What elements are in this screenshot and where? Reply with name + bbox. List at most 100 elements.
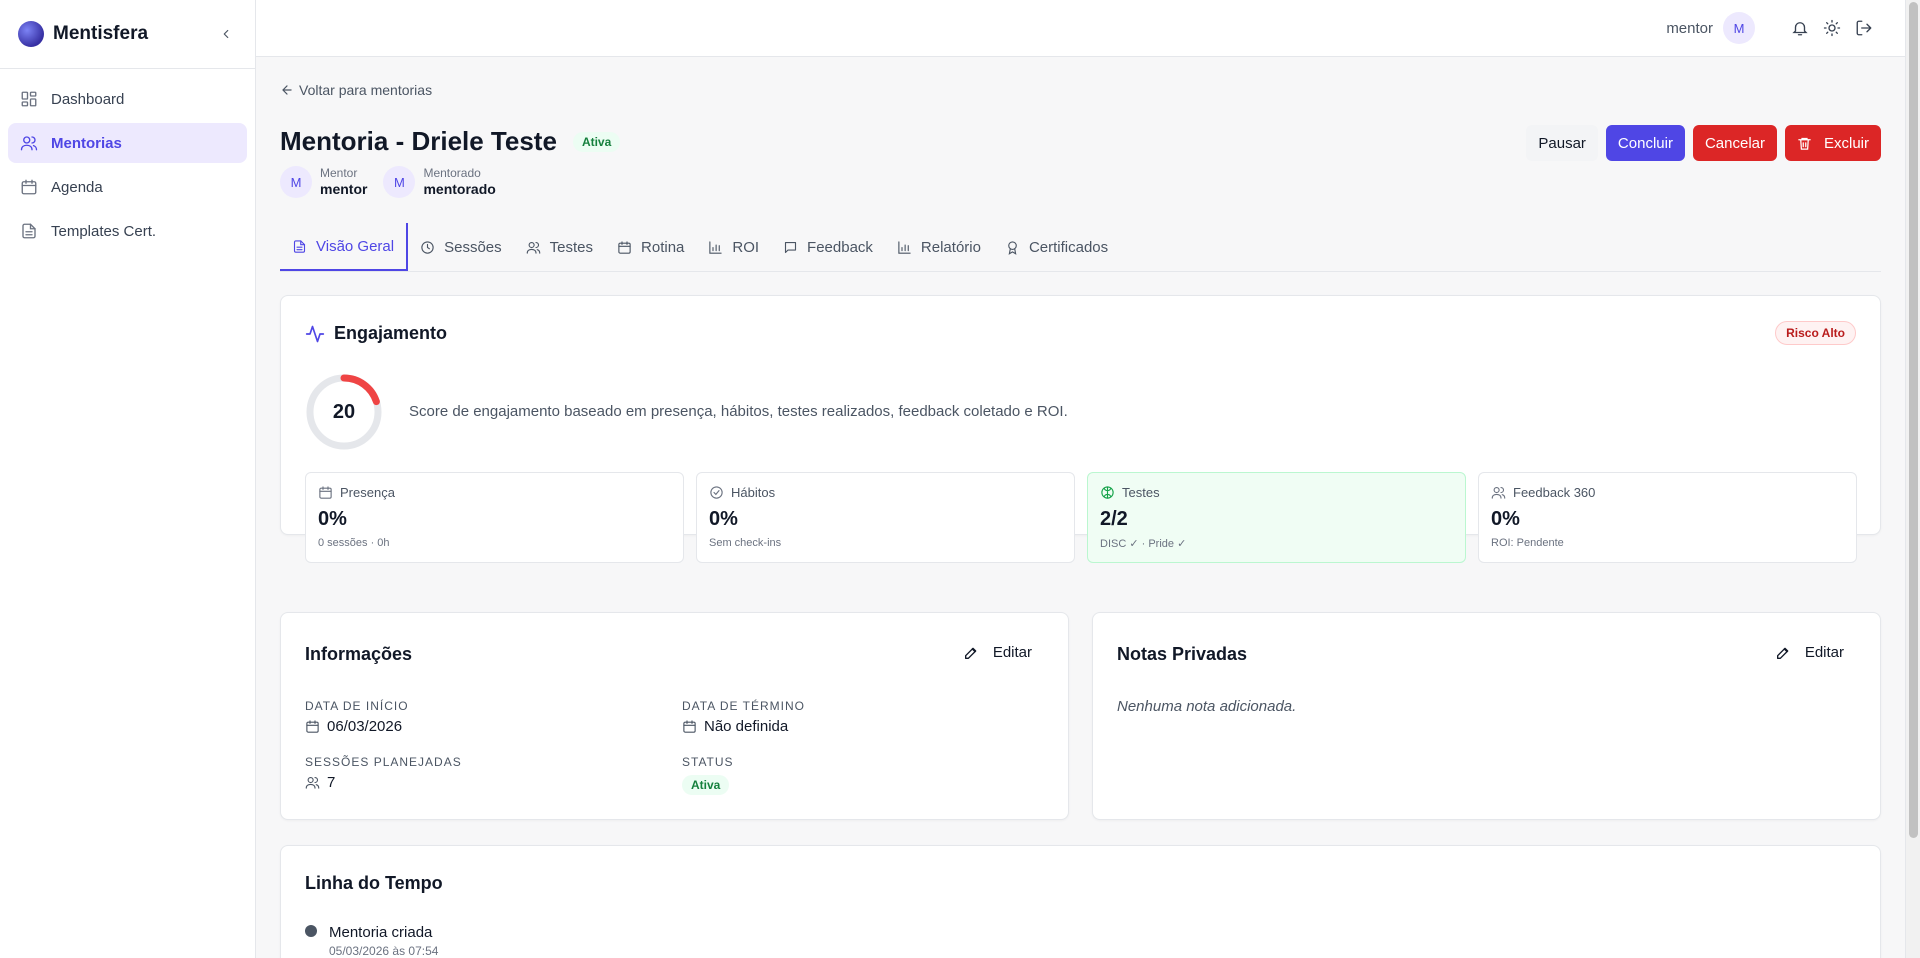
title-row: Mentoria - Driele Teste Ativa [280, 126, 621, 157]
mentorado-name: mentorado [423, 181, 496, 197]
metric-head: Testes [1100, 485, 1453, 500]
tab-sessoes[interactable]: Sessões [408, 223, 514, 271]
end-date-text: Não definida [704, 718, 789, 735]
tab-label: ROI [732, 238, 760, 256]
finish-button[interactable]: Concluir [1605, 125, 1685, 161]
mentor-role: Mentor [320, 166, 358, 180]
pencil-icon [964, 647, 977, 659]
clock-icon [421, 240, 434, 254]
sidebar-item-templates[interactable]: Templates Cert. [8, 211, 247, 251]
metric-sub: DISC ✓ · Pride ✓ [1100, 538, 1187, 550]
activity-icon [305, 325, 325, 342]
scrollbar[interactable] [1905, 0, 1920, 958]
metric-value: 0% [709, 508, 738, 530]
metric-presenca: Presença 0% 0 sessões · 0h [305, 472, 684, 563]
tab-visao-geral[interactable]: Visão Geral [280, 223, 409, 271]
edit-notes-button[interactable]: Editar [1775, 644, 1844, 661]
mentor-name: mentor [320, 181, 368, 197]
participants: M Mentor mentor M Mentorado mentorado [280, 166, 512, 198]
delete-button[interactable]: Excluir [1784, 125, 1881, 161]
cancel-button[interactable]: Cancelar [1692, 125, 1777, 161]
end-date-value: Não definida [682, 718, 788, 735]
sidebar-item-dashboard[interactable]: Dashboard [8, 79, 247, 119]
tab-testes[interactable]: Testes [514, 223, 605, 271]
brand-header: Mentisfera [0, 0, 255, 69]
users-icon [305, 776, 320, 789]
award-icon [1008, 240, 1017, 255]
edit-label: Editar [1804, 644, 1844, 661]
file-icon [22, 223, 36, 239]
bar-chart-icon [898, 240, 911, 254]
scrollbar-thumb[interactable] [1909, 2, 1918, 838]
tab-label: Testes [549, 238, 594, 256]
users-icon [20, 136, 38, 151]
bell-icon[interactable] [1791, 19, 1809, 37]
start-date-label: DATA DE INÍCIO [305, 699, 409, 713]
tab-certificados[interactable]: Certificados [993, 223, 1120, 271]
mentorado-role: Mentorado [423, 166, 481, 180]
start-date-value: 06/03/2026 [305, 718, 402, 735]
timeline-dot [305, 925, 317, 937]
info-title: Informações [305, 644, 413, 664]
edit-info-button[interactable]: Editar [963, 644, 1032, 661]
tab-label: Sessões [444, 238, 502, 256]
calendar-icon [306, 720, 319, 733]
avatar[interactable]: M [1723, 12, 1755, 44]
mentor-info: M Mentor mentor [280, 166, 367, 198]
risk-badge: Risco Alto [1775, 321, 1856, 345]
sun-icon[interactable] [1823, 19, 1841, 37]
status-badge: Ativa [572, 131, 621, 152]
chevron-left-icon [223, 29, 229, 39]
timeline-event-title: Mentoria criada [329, 924, 433, 941]
tab-rotina[interactable]: Rotina [605, 223, 696, 271]
metric-value: 2/2 [1100, 508, 1128, 530]
bar-chart-icon [709, 240, 723, 254]
tab-label: Visão Geral [316, 237, 395, 255]
main-content: Voltar para mentorias Mentoria - Driele … [280, 57, 1881, 958]
collapse-sidebar-button[interactable] [215, 23, 237, 45]
end-date-label: DATA DE TÉRMINO [682, 699, 806, 713]
brand-logo[interactable] [18, 21, 44, 47]
check-circle-icon [710, 486, 723, 499]
metric-head: Feedback 360 [1491, 485, 1844, 500]
pause-button[interactable]: Pausar [1526, 125, 1598, 161]
calendar-icon [21, 179, 37, 195]
users-icon [1491, 486, 1506, 499]
sessions-text: 7 [327, 774, 336, 791]
message-icon [784, 241, 797, 253]
metric-value: 0% [1491, 508, 1520, 530]
timeline-title: Linha do Tempo [305, 873, 443, 893]
tab-label: Rotina [641, 238, 685, 256]
metric-habitos: Hábitos 0% Sem check-ins [696, 472, 1075, 563]
logout-icon[interactable] [1855, 19, 1873, 37]
tab-label: Relatório [920, 238, 981, 256]
timeline-event-date: 05/03/2026 às 07:54 [329, 944, 439, 958]
action-buttons: Pausar Concluir Cancelar Excluir [1518, 125, 1881, 161]
dashboard-icon [21, 91, 37, 107]
metric-sub: 0 sessões · 0h [318, 537, 390, 549]
notes-card: Notas Privadas Editar Nenhuma nota adici… [1092, 612, 1881, 820]
sessions-label: SESSÕES PLANEJADAS [305, 755, 462, 769]
tab-roi[interactable]: ROI [696, 223, 771, 271]
sidebar-item-label: Mentorias [51, 134, 122, 152]
tab-feedback[interactable]: Feedback [771, 223, 885, 271]
brand-name[interactable]: Mentisfera [53, 23, 215, 45]
sidebar-item-agenda[interactable]: Agenda [8, 167, 247, 207]
sidebar-item-label: Dashboard [51, 90, 125, 108]
sidebar: Mentisfera Dashboard Mentorias Agenda Te… [0, 0, 256, 958]
page-title: Mentoria - Driele Teste [280, 126, 557, 156]
metric-head: Presença [318, 485, 671, 500]
back-link[interactable]: Voltar para mentorias [280, 82, 432, 98]
timeline-card: Linha do Tempo Mentoria criada 05/03/202… [280, 845, 1881, 958]
mentorado-avatar: M [383, 166, 416, 198]
tab-bar: Visão Geral Sessões Testes Rotina ROI Fe… [280, 223, 1881, 272]
mentorado-info: M Mentorado mentorado [383, 166, 496, 198]
metric-value: 0% [318, 508, 347, 530]
sidebar-item-mentorias[interactable]: Mentorias [8, 123, 247, 163]
tab-relatorio[interactable]: Relatório [885, 223, 993, 271]
file-text-icon [293, 239, 306, 253]
username: mentor [1666, 19, 1713, 37]
metric-label: Testes [1122, 485, 1160, 500]
metric-sub: Sem check-ins [709, 537, 782, 549]
metric-label: Hábitos [731, 485, 776, 500]
